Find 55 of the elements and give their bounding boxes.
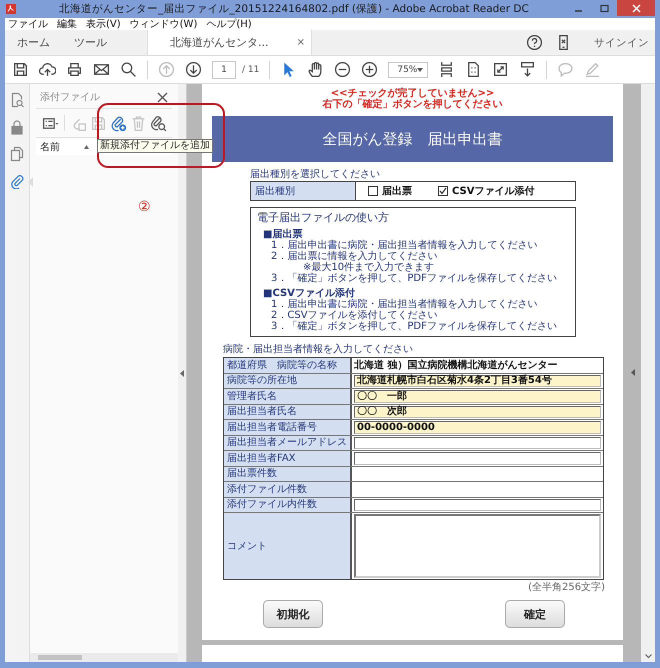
- tab[interactable]: ツール: [62, 30, 119, 55]
- column-header[interactable]: 名前: [40, 140, 60, 154]
- instruction-step: 1．届出申出書に病院・届出担当者情報を入力してください: [263, 240, 569, 251]
- field-label: 添付ファイル内件数: [224, 498, 352, 512]
- instruction-step: 2．CSVファイルを添付してください: [263, 310, 569, 321]
- field-label: 病院等の所在地: [224, 374, 352, 388]
- option-label: 届出票: [382, 184, 412, 198]
- instructions-title: 電子届出ファイルの使い方: [257, 211, 390, 225]
- panel-title: 添付ファイル: [40, 91, 100, 104]
- instruction-step: 1．届出申出書に病院・届出担当者情報を入力してください: [263, 299, 569, 310]
- sign-in-link[interactable]: サインイン: [594, 36, 649, 50]
- menu-item[interactable]: 表示(V): [86, 17, 121, 31]
- tab[interactable]: ホーム: [5, 30, 62, 55]
- field-label: 届出担当者FAX: [224, 451, 352, 466]
- field-label: 届出票件数: [224, 466, 352, 481]
- field-label: コメント: [224, 513, 352, 579]
- tooltip: 新規添付ファイルを追加: [97, 139, 213, 153]
- field-label: 届出担当者電話番号: [224, 420, 352, 434]
- character-limit-note: (全半角256文字): [528, 582, 605, 594]
- field-label: 届出担当者メールアドレス: [224, 436, 352, 450]
- field-label: 管理者氏名: [224, 389, 352, 404]
- page-number-field[interactable]: 1: [212, 60, 236, 78]
- zoom-dropdown[interactable]: 75%: [388, 62, 428, 78]
- section-heading: 病院・届出担当者情報を入力してください: [223, 343, 413, 356]
- field-label: 都道府県 病院等の名称: [224, 358, 352, 372]
- instructions-heading: ■届出票: [263, 229, 302, 240]
- input-field[interactable]: 00-0000-0000: [354, 421, 601, 434]
- input-field[interactable]: 〇〇 次郎: [354, 406, 601, 418]
- tab[interactable]: 北海道がんセンタ... ×: [147, 30, 312, 55]
- option-label: CSVファイル添付: [452, 184, 534, 198]
- field-label: 届出種別: [251, 182, 356, 200]
- close-tab-button[interactable]: ×: [296, 37, 305, 48]
- menu-item[interactable]: ウィンドウ(W): [130, 17, 198, 31]
- instructions-heading: ■CSVファイル添付: [263, 288, 355, 299]
- field-label: 届出担当者氏名: [224, 404, 352, 419]
- instruction-step: 3．「確定」ボタンを押して、PDFファイルを保存してください: [263, 273, 569, 284]
- input-field[interactable]: 〇〇 一郎: [354, 390, 601, 402]
- field-label: 添付ファイル件数: [224, 482, 352, 496]
- warning-text: 右下の「確定」ボタンを押してください: [322, 99, 502, 110]
- window-title: 北海道がんセンター_届出ファイル_20151224164802.pdf (保護) - Adobe Acrobat Reader DC: [58, 2, 530, 16]
- form-button[interactable]: 確定: [505, 600, 565, 628]
- warning-text: <<チェックが完了していません>>: [330, 88, 496, 99]
- note-text: ※最大10件まで入力できます: [302, 262, 436, 273]
- menu-item[interactable]: 編集: [57, 17, 77, 31]
- instruction-step: 2．届出票に情報を入力してください: [263, 251, 569, 262]
- menu-item[interactable]: ヘルプ(H): [206, 17, 252, 31]
- section-heading: 届出種別を選択してください: [250, 168, 381, 181]
- table-cell-text: 北海道 独）国立病院機構北海道がんセンター: [353, 358, 558, 372]
- instruction-step: 3．「確定」ボタンを押して、PDFファイルを保存してください: [263, 321, 569, 332]
- page-count: / 11: [242, 64, 260, 74]
- form-button[interactable]: 初期化: [263, 600, 323, 628]
- annotation-number: ②: [138, 199, 151, 215]
- form-title: 全国がん登録 届出申出書: [212, 116, 613, 162]
- input-field[interactable]: 北海道札幌市白石区菊水4条2丁目3番54号: [354, 374, 601, 387]
- menu-item[interactable]: ファイル: [8, 17, 48, 31]
